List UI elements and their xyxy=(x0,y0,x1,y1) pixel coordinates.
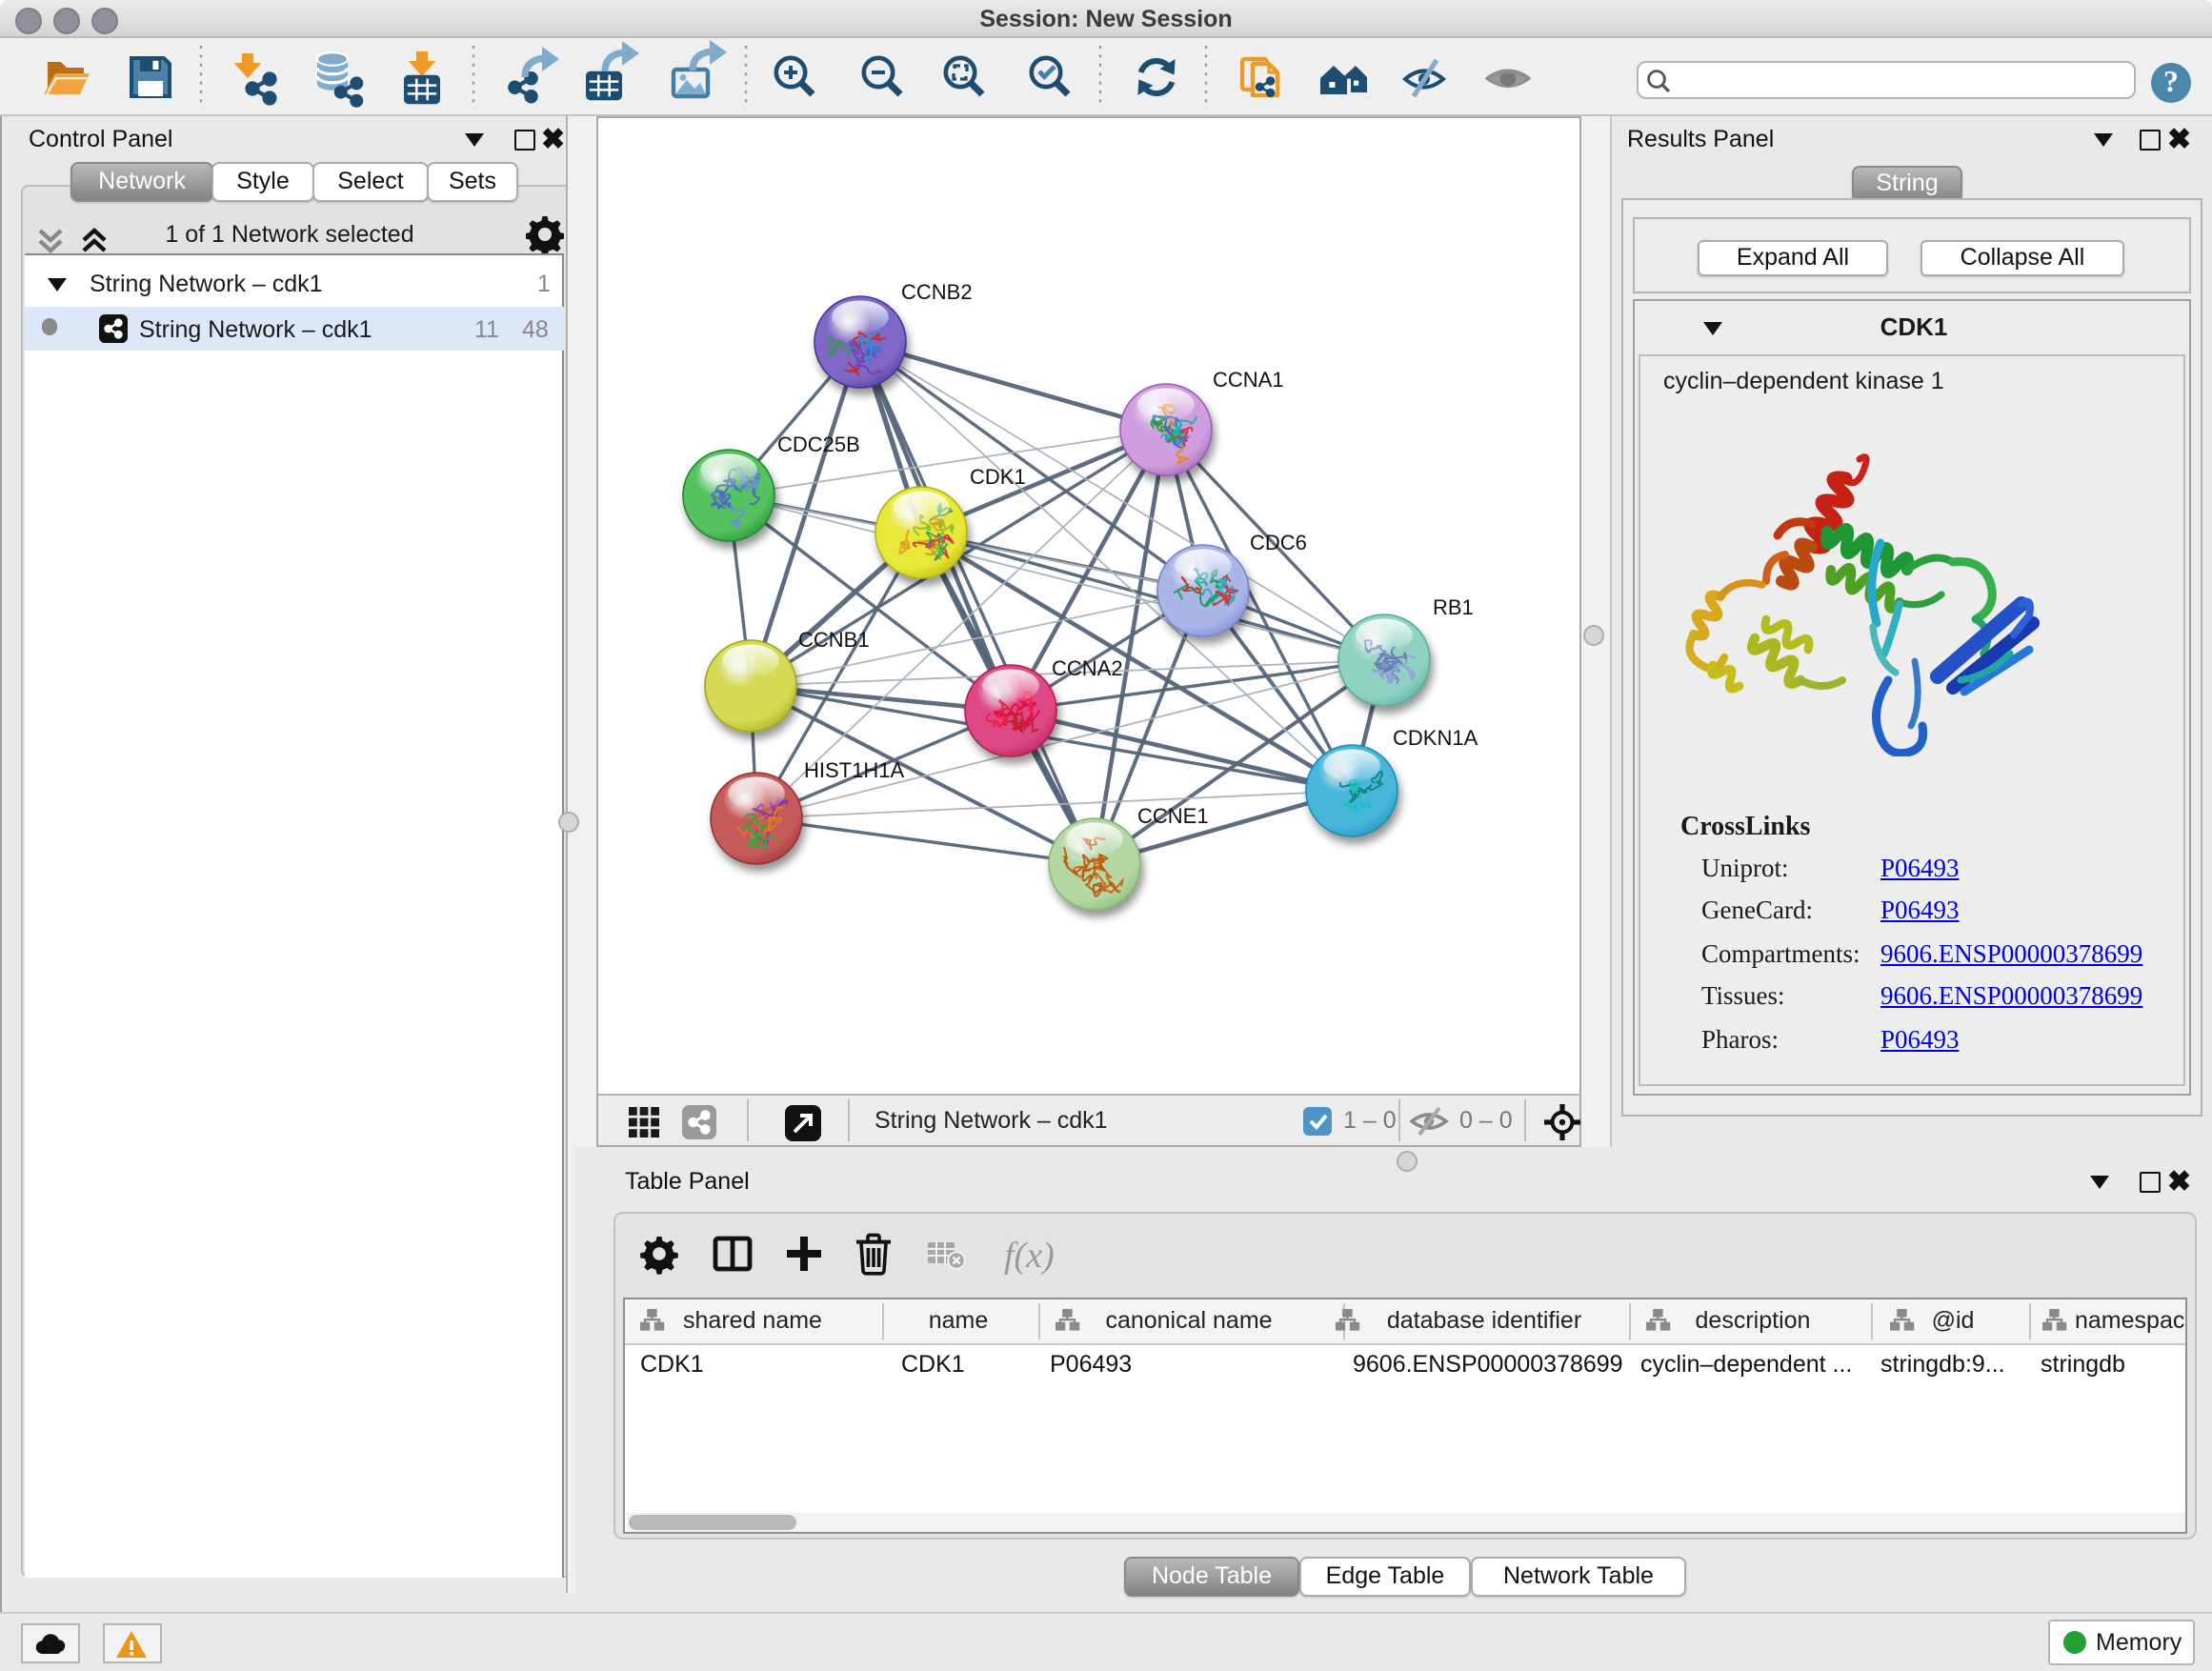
svg-text:CDKN1A: CDKN1A xyxy=(1393,726,1478,750)
svg-text:f(x): f(x) xyxy=(1004,1236,1055,1276)
svg-text:CCNA1: CCNA1 xyxy=(1213,368,1284,392)
svg-text:CCNA2: CCNA2 xyxy=(1052,656,1123,680)
svg-text:CCNE1: CCNE1 xyxy=(1137,804,1209,828)
svg-text:CDC25B: CDC25B xyxy=(777,433,860,456)
svg-text:HIST1H1A: HIST1H1A xyxy=(804,758,904,782)
svg-text:CDK1: CDK1 xyxy=(970,465,1026,489)
svg-text:CCNB2: CCNB2 xyxy=(901,280,973,304)
svg-text:RB1: RB1 xyxy=(1433,595,1474,619)
svg-text:CCNB1: CCNB1 xyxy=(798,628,870,652)
svg-text:CDC6: CDC6 xyxy=(1250,531,1307,554)
